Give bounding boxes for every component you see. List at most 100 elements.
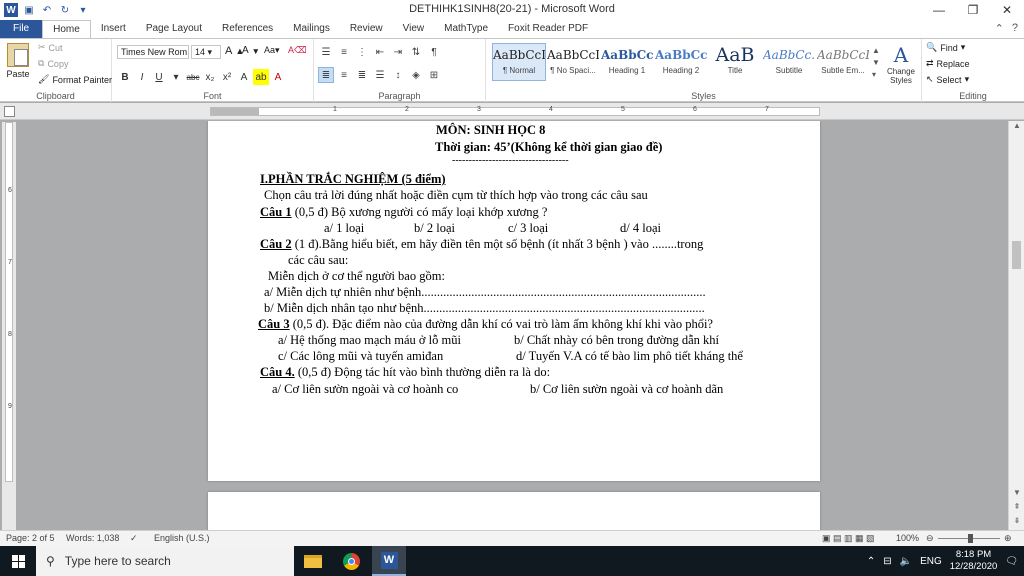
input-language[interactable]: ENG <box>920 556 942 567</box>
undo-icon[interactable]: ↶ <box>40 3 54 17</box>
zoom-in-icon[interactable]: ⊕ <box>1004 533 1012 544</box>
language-indicator[interactable]: English (U.S.) <box>154 533 210 543</box>
text-effects-icon[interactable]: A <box>236 69 252 85</box>
underline-dropdown-icon[interactable]: ▾ <box>168 69 184 85</box>
shrink-font-icon[interactable]: A ▼ <box>242 45 260 56</box>
font-color-icon[interactable]: A <box>270 69 286 85</box>
tab-foxit-reader-pdf[interactable]: Foxit Reader PDF <box>498 20 598 38</box>
style-heading-1[interactable]: AaBbCc Heading 1 <box>600 43 654 81</box>
replace-button[interactable]: ⇄ Replace <box>926 58 970 69</box>
clear-formatting-icon[interactable]: A⌫ <box>288 45 307 56</box>
taskbar-search[interactable]: ⚲ Type here to search <box>36 546 294 576</box>
find-button[interactable]: 🔍 Find ▾ <box>926 42 965 53</box>
zoom-slider-thumb[interactable] <box>968 534 973 543</box>
superscript-icon[interactable]: x² <box>219 69 235 85</box>
minimize-ribbon-icon[interactable]: ⌃ <box>995 22 1004 35</box>
tab-references[interactable]: References <box>212 20 283 38</box>
decrease-indent-icon[interactable]: ⇤ <box>372 44 388 60</box>
style-subtle-emphasis[interactable]: AaBbCcD Subtle Em... <box>816 43 870 81</box>
change-styles-button[interactable]: A Change Styles <box>882 43 920 85</box>
numbering-icon[interactable]: ≡ <box>336 44 352 60</box>
vertical-ruler[interactable]: 6 7 8 9 <box>2 122 16 530</box>
format-painter-button[interactable]: 🖌 Format Painter <box>38 74 112 85</box>
zoom-level[interactable]: 100% <box>896 533 919 543</box>
question-2-continued: các câu sau: <box>288 253 349 267</box>
previous-page-icon[interactable]: ⇞ <box>1009 502 1024 516</box>
notifications-icon[interactable]: 🗨 <box>1005 556 1018 567</box>
copy-button[interactable]: ⧉ Copy <box>38 58 68 69</box>
minimize-button[interactable]: — <box>922 0 956 20</box>
start-button[interactable] <box>0 546 36 576</box>
save-icon[interactable]: ▣ <box>22 3 36 17</box>
network-icon[interactable]: ⊟ <box>883 556 891 567</box>
document-page[interactable]: MÔN: SINH HỌC 8 Thời gian: 45’(Không kể … <box>208 121 820 481</box>
tab-home[interactable]: Home <box>42 20 91 38</box>
tab-review[interactable]: Review <box>340 20 393 38</box>
clock[interactable]: 8:18 PM 12/28/2020 <box>950 549 998 573</box>
next-document-page[interactable] <box>208 492 820 530</box>
tab-view[interactable]: View <box>393 20 435 38</box>
increase-indent-icon[interactable]: ⇥ <box>390 44 406 60</box>
font-name-select[interactable]: Times New Rom ▾ <box>117 45 189 59</box>
scroll-thumb[interactable] <box>1012 241 1021 269</box>
redo-icon[interactable]: ↻ <box>58 3 72 17</box>
chrome-icon[interactable] <box>334 546 368 576</box>
justify-icon[interactable]: ☰ <box>372 67 388 83</box>
highlight-icon[interactable]: ab <box>253 69 269 85</box>
help-icon[interactable]: ? <box>1012 22 1018 35</box>
document-area[interactable]: MÔN: SINH HỌC 8 Thời gian: 45’(Không kể … <box>18 121 1008 530</box>
section-heading: I.PHẦN TRẮC NGHIỆM (5 điểm) <box>260 172 446 187</box>
tab-mailings[interactable]: Mailings <box>283 20 340 38</box>
subscript-icon[interactable]: x₂ <box>202 69 218 85</box>
select-button[interactable]: ↖ Select ▾ <box>926 74 969 85</box>
sort-icon[interactable]: ⇅ <box>408 44 424 60</box>
underline-icon[interactable]: U <box>151 69 167 85</box>
style-heading-2[interactable]: AaBbCc Heading 2 <box>654 43 708 81</box>
word-taskbar-icon[interactable]: W <box>372 546 406 576</box>
tab-file[interactable]: File <box>0 20 43 38</box>
style-no-spacing[interactable]: AaBbCcI ¶ No Spaci... <box>546 43 600 81</box>
restore-button[interactable]: ❐ <box>956 0 990 20</box>
proofing-icon[interactable]: ✓ <box>130 533 138 544</box>
italic-icon[interactable]: I <box>134 69 150 85</box>
zoom-out-icon[interactable]: ⊖ <box>926 533 934 544</box>
bullets-icon[interactable]: ☰ <box>318 44 334 60</box>
word-logo-icon[interactable]: W <box>4 3 18 17</box>
multilevel-list-icon[interactable]: ⋮ <box>354 44 370 60</box>
style-title[interactable]: AaB Title <box>708 43 762 81</box>
scroll-up-icon[interactable]: ▲ <box>1009 121 1024 135</box>
tab-mathtype[interactable]: MathType <box>434 20 498 38</box>
horizontal-ruler[interactable]: 1 2 3 4 5 6 7 <box>0 103 1024 120</box>
paste-button[interactable]: Paste <box>4 43 32 85</box>
change-case-icon[interactable]: Aa▾ <box>264 45 280 56</box>
align-center-icon[interactable]: ≡ <box>336 67 352 83</box>
tab-selector[interactable] <box>4 106 15 117</box>
strikethrough-icon[interactable]: abc <box>185 69 201 85</box>
customize-qat-icon[interactable]: ▾ <box>76 3 90 17</box>
tab-insert[interactable]: Insert <box>91 20 136 38</box>
tab-page-layout[interactable]: Page Layout <box>136 20 212 38</box>
show-hidden-icons-icon[interactable]: ⌃ <box>867 556 875 567</box>
scroll-down-icon[interactable]: ▼ <box>1009 488 1024 502</box>
volume-icon[interactable]: 🔈 <box>900 556 912 567</box>
file-explorer-icon[interactable] <box>296 546 330 576</box>
align-right-icon[interactable]: ≣ <box>354 67 370 83</box>
line-spacing-icon[interactable]: ↕ <box>390 67 406 83</box>
style-subtitle[interactable]: AaBbCc. Subtitle <box>762 43 816 81</box>
word-count[interactable]: Words: 1,038 <box>66 533 119 543</box>
shading-icon[interactable]: ◈ <box>408 67 424 83</box>
cut-button[interactable]: ✂ Cut <box>38 42 63 53</box>
next-page-icon[interactable]: ⇟ <box>1009 516 1024 530</box>
style-name: Subtle Em... <box>821 66 865 75</box>
view-buttons[interactable]: ▣ ▤ ▥ ▦ ▧ <box>822 533 875 544</box>
close-button[interactable]: ✕ <box>990 0 1024 20</box>
show-marks-icon[interactable]: ¶ <box>426 44 442 60</box>
align-left-icon[interactable]: ≣ <box>318 67 334 83</box>
style-normal[interactable]: AaBbCcI ¶ Normal <box>492 43 546 81</box>
vertical-scrollbar[interactable]: ▲ ▼ ⇞ ⇟ <box>1008 121 1024 530</box>
borders-icon[interactable]: ⊞ <box>426 67 442 83</box>
bold-icon[interactable]: B <box>117 69 133 85</box>
page-count[interactable]: Page: 2 of 5 <box>6 533 55 543</box>
font-size-select[interactable]: 14 ▾ <box>191 45 221 59</box>
styles-scroll-icon[interactable]: ▲ ▼ ▾ <box>872 45 880 81</box>
